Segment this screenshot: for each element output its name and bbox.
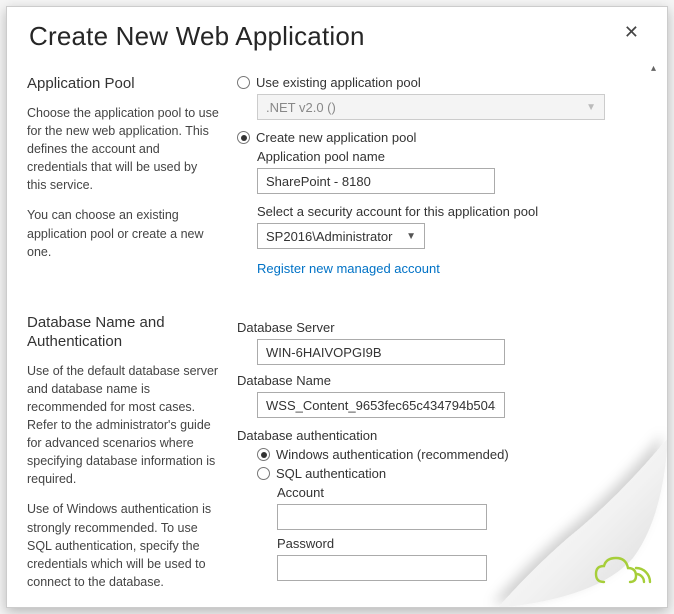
radio-label: SQL authentication (276, 466, 386, 481)
section-title: Application Pool (27, 75, 219, 94)
radio-label: Use existing application pool (256, 75, 421, 90)
section-desc: Choose the application pool to use for t… (27, 104, 219, 195)
dialog-title: Create New Web Application (29, 21, 365, 52)
radio-use-existing-pool[interactable]: Use existing application pool (237, 75, 633, 90)
existing-pool-select: .NET v2.0 () ▼ (257, 94, 605, 120)
section-desc: Use of Windows authentication is strongl… (27, 500, 219, 591)
radio-icon (257, 467, 270, 480)
register-account-link[interactable]: Register new managed account (257, 261, 440, 276)
db-server-label: Database Server (237, 320, 633, 335)
radio-create-new-pool[interactable]: Create new application pool (237, 130, 633, 145)
radio-icon (257, 448, 270, 461)
section-right: Use existing application pool .NET v2.0 … (237, 75, 633, 276)
db-auth-label: Database authentication (237, 428, 633, 443)
chevron-down-icon: ▼ (406, 231, 416, 242)
pool-name-input[interactable] (257, 168, 495, 194)
radio-label: Create new application pool (256, 130, 416, 145)
section-title: Database Name and Authentication (27, 314, 219, 352)
radio-icon (237, 76, 250, 89)
sql-account-label: Account (277, 485, 633, 500)
section-database: Database Name and Authentication Use of … (21, 286, 639, 599)
sql-account-input[interactable] (277, 504, 487, 530)
select-value: SP2016\Administrator (266, 229, 392, 244)
pool-name-label: Application pool name (257, 149, 633, 164)
db-server-input[interactable] (257, 339, 505, 365)
radio-windows-auth[interactable]: Windows authentication (recommended) (257, 447, 633, 462)
sql-password-input[interactable] (277, 555, 487, 581)
section-left: Database Name and Authentication Use of … (27, 314, 237, 599)
dialog-header: Create New Web Application ✕ (7, 7, 667, 60)
db-name-label: Database Name (237, 373, 633, 388)
section-right: Database Server Database Name Database a… (237, 314, 633, 599)
close-icon[interactable]: ✕ (618, 21, 645, 43)
select-value: .NET v2.0 () (266, 100, 336, 115)
db-name-input[interactable] (257, 392, 505, 418)
section-desc: Use of the default database server and d… (27, 362, 219, 489)
radio-label: Windows authentication (recommended) (276, 447, 509, 462)
sql-password-label: Password (277, 536, 633, 551)
create-web-app-dialog: Create New Web Application ✕ ▴ Applicati… (6, 6, 668, 608)
radio-icon (237, 131, 250, 144)
section-application-pool: Application Pool Choose the application … (21, 59, 639, 286)
section-desc: You can choose an existing application p… (27, 206, 219, 260)
security-account-label: Select a security account for this appli… (257, 204, 633, 219)
section-left: Application Pool Choose the application … (27, 75, 237, 276)
security-account-select[interactable]: SP2016\Administrator ▼ (257, 223, 425, 249)
radio-sql-auth[interactable]: SQL authentication (257, 466, 633, 481)
chevron-down-icon: ▼ (586, 102, 596, 113)
dialog-body: Application Pool Choose the application … (21, 59, 649, 599)
